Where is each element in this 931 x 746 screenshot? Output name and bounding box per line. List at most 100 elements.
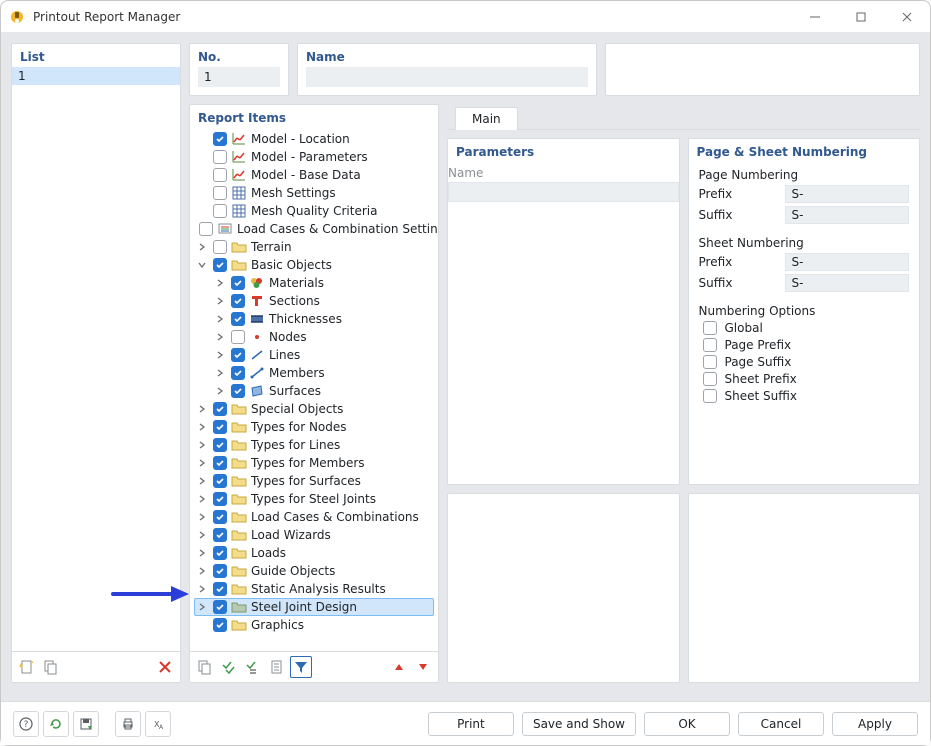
option-checkbox[interactable] <box>703 355 717 369</box>
delete-report-button[interactable] <box>154 656 176 678</box>
tree-checkbox[interactable] <box>199 222 213 236</box>
chevron-right-icon[interactable] <box>195 474 209 488</box>
tree-row[interactable]: Steel Joint Design <box>194 598 434 616</box>
maximize-button[interactable] <box>838 1 884 33</box>
chevron-right-icon[interactable] <box>213 294 227 308</box>
tree-row[interactable]: Load Cases & Combination Settings <box>194 220 434 238</box>
chevron-right-icon[interactable] <box>195 582 209 596</box>
chevron-down-icon[interactable] <box>195 258 209 272</box>
tree-checkbox[interactable] <box>213 168 227 182</box>
no-value[interactable]: 1 <box>198 67 280 87</box>
tree-checkbox[interactable] <box>213 492 227 506</box>
tree-row[interactable]: Thicknesses <box>194 310 434 328</box>
option-checkbox[interactable] <box>703 372 717 386</box>
tree-row[interactable]: Types for Steel Joints <box>194 490 434 508</box>
tree-checkbox[interactable] <box>231 294 245 308</box>
tree-row[interactable]: Sections <box>194 292 434 310</box>
new-report-button[interactable] <box>16 656 38 678</box>
print-icon-button[interactable] <box>115 711 141 737</box>
tree-row[interactable]: Terrain <box>194 238 434 256</box>
chevron-right-icon[interactable] <box>195 492 209 506</box>
tree-checkbox[interactable] <box>213 564 227 578</box>
tree-row[interactable]: Types for Surfaces <box>194 472 434 490</box>
sheet-suffix-input[interactable]: S- <box>785 274 910 292</box>
tree-checkbox[interactable] <box>231 312 245 326</box>
tree-checkbox[interactable] <box>231 330 245 344</box>
tree-checkbox[interactable] <box>213 438 227 452</box>
tree-checkbox[interactable] <box>213 546 227 560</box>
tree-checkbox[interactable] <box>213 150 227 164</box>
tree-checkbox[interactable] <box>231 276 245 290</box>
numbering-option[interactable]: Sheet Prefix <box>699 372 910 386</box>
tree-uncheck-all-button[interactable] <box>242 656 264 678</box>
tree-row[interactable]: Load Cases & Combinations <box>194 508 434 526</box>
save-and-show-button[interactable]: Save and Show <box>522 712 636 736</box>
cancel-button[interactable]: Cancel <box>738 712 824 736</box>
tree-row[interactable]: Surfaces <box>194 382 434 400</box>
option-checkbox[interactable] <box>703 338 717 352</box>
list-item[interactable]: 1 <box>12 67 180 85</box>
tree-checkbox[interactable] <box>213 474 227 488</box>
tree-row[interactable]: Mesh Settings <box>194 184 434 202</box>
numbering-option[interactable]: Page Suffix <box>699 355 910 369</box>
option-checkbox[interactable] <box>703 321 717 335</box>
chevron-right-icon[interactable] <box>213 276 227 290</box>
chevron-right-icon[interactable] <box>213 312 227 326</box>
tab-main[interactable]: Main <box>455 107 518 130</box>
parameters-name-input[interactable] <box>448 182 679 202</box>
tree-row[interactable]: Members <box>194 364 434 382</box>
tree-row[interactable]: Mesh Quality Criteria <box>194 202 434 220</box>
chevron-right-icon[interactable] <box>195 564 209 578</box>
ok-button[interactable]: OK <box>644 712 730 736</box>
tree-checkbox[interactable] <box>213 510 227 524</box>
chevron-right-icon[interactable] <box>195 456 209 470</box>
tree-row[interactable]: Graphics <box>194 616 434 634</box>
tree-checkbox[interactable] <box>213 600 227 614</box>
help-button[interactable]: ? <box>13 711 39 737</box>
chevron-right-icon[interactable] <box>195 402 209 416</box>
numbering-option[interactable]: Sheet Suffix <box>699 389 910 403</box>
close-button[interactable] <box>884 1 930 33</box>
option-checkbox[interactable] <box>703 389 717 403</box>
tree-row[interactable]: Lines <box>194 346 434 364</box>
copy-report-button[interactable] <box>40 656 62 678</box>
tree-row[interactable]: Types for Lines <box>194 436 434 454</box>
tree-row[interactable]: Model - Base Data <box>194 166 434 184</box>
language-button[interactable]: XA <box>145 711 171 737</box>
page-suffix-input[interactable]: S- <box>785 206 910 224</box>
tree-row[interactable]: Materials <box>194 274 434 292</box>
tree-row[interactable]: Model - Parameters <box>194 148 434 166</box>
apply-button[interactable]: Apply <box>832 712 918 736</box>
tree-checkbox[interactable] <box>213 618 227 632</box>
tree-checkbox[interactable] <box>213 240 227 254</box>
numbering-option[interactable]: Global <box>699 321 910 335</box>
tree-checkbox[interactable] <box>231 366 245 380</box>
chevron-right-icon[interactable] <box>195 420 209 434</box>
tree-checkbox[interactable] <box>213 420 227 434</box>
tree-row[interactable]: Types for Nodes <box>194 418 434 436</box>
chevron-right-icon[interactable] <box>195 510 209 524</box>
page-prefix-input[interactable]: S- <box>785 185 910 203</box>
tree-checkbox[interactable] <box>213 402 227 416</box>
print-button[interactable]: Print <box>428 712 514 736</box>
chevron-right-icon[interactable] <box>213 330 227 344</box>
list-body[interactable]: 1 <box>12 67 180 651</box>
tree-row[interactable]: Guide Objects <box>194 562 434 580</box>
chevron-right-icon[interactable] <box>195 546 209 560</box>
name-value[interactable] <box>306 67 588 87</box>
tree-check-all-button[interactable] <box>218 656 240 678</box>
tree-checkbox[interactable] <box>213 204 227 218</box>
numbering-option[interactable]: Page Prefix <box>699 338 910 352</box>
chevron-right-icon[interactable] <box>195 528 209 542</box>
tree-row[interactable]: Model - Location <box>194 130 434 148</box>
tree-checkbox[interactable] <box>213 528 227 542</box>
tree-checkbox[interactable] <box>213 258 227 272</box>
save-button[interactable] <box>73 711 99 737</box>
chevron-right-icon[interactable] <box>195 438 209 452</box>
refresh-button[interactable] <box>43 711 69 737</box>
tree-row[interactable]: Nodes <box>194 328 434 346</box>
minimize-button[interactable] <box>792 1 838 33</box>
tree-row[interactable]: Basic Objects <box>194 256 434 274</box>
tree-row[interactable]: Static Analysis Results <box>194 580 434 598</box>
tree-move-down-button[interactable] <box>412 656 434 678</box>
